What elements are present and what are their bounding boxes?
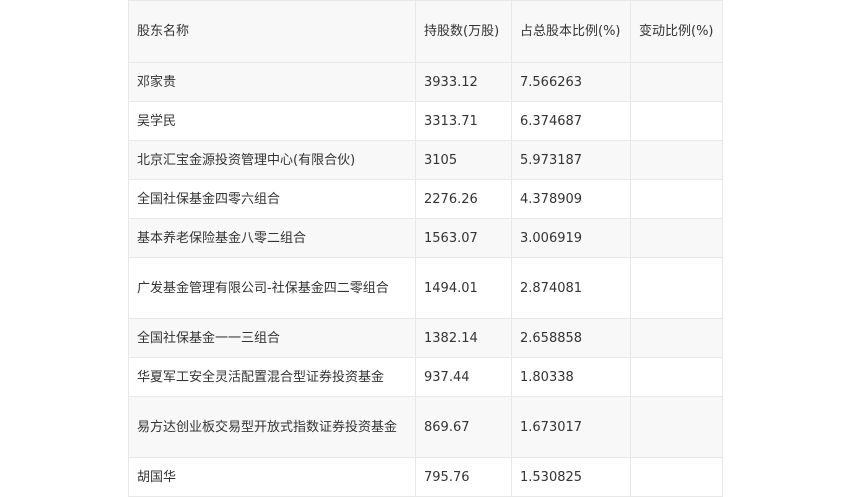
cell-name: 北京汇宝金源投资管理中心(有限合伙) (128, 140, 416, 180)
header-shares: 持股数(万股) (415, 0, 512, 63)
cell-shares: 3933.12 (415, 62, 512, 102)
cell-shares: 1382.14 (415, 318, 512, 358)
table-row: 易方达创业板交易型开放式指数证券投资基金 869.67 1.673017 (128, 396, 723, 458)
cell-shares: 3313.71 (415, 101, 512, 141)
shareholder-table: 股东名称 持股数(万股) 占总股本比例(%) 变动比例(%) 邓家贵 3933.… (128, 0, 723, 497)
table-row: 全国社保基金四零六组合 2276.26 4.378909 (128, 179, 723, 219)
cell-shares: 2276.26 (415, 179, 512, 219)
cell-ratio: 6.374687 (511, 101, 631, 141)
cell-ratio: 5.973187 (511, 140, 631, 180)
cell-change (630, 457, 723, 497)
cell-ratio: 1.673017 (511, 396, 631, 458)
table-row: 全国社保基金一一三组合 1382.14 2.658858 (128, 318, 723, 358)
cell-change (630, 179, 723, 219)
header-change: 变动比例(%) (630, 0, 723, 63)
cell-ratio: 1.530825 (511, 457, 631, 497)
cell-name: 吴学民 (128, 101, 416, 141)
table-row: 胡国华 795.76 1.530825 (128, 457, 723, 497)
table-row: 吴学民 3313.71 6.374687 (128, 101, 723, 141)
table-row: 北京汇宝金源投资管理中心(有限合伙) 3105 5.973187 (128, 140, 723, 180)
cell-shares: 795.76 (415, 457, 512, 497)
cell-shares: 937.44 (415, 357, 512, 397)
cell-ratio: 3.006919 (511, 218, 631, 258)
cell-name: 易方达创业板交易型开放式指数证券投资基金 (128, 396, 416, 458)
cell-name: 邓家贵 (128, 62, 416, 102)
cell-name: 广发基金管理有限公司-社保基金四二零组合 (128, 257, 416, 319)
cell-change (630, 140, 723, 180)
cell-name: 全国社保基金一一三组合 (128, 318, 416, 358)
table-row: 基本养老保险基金八零二组合 1563.07 3.006919 (128, 218, 723, 258)
cell-change (630, 318, 723, 358)
cell-name: 胡国华 (128, 457, 416, 497)
cell-change (630, 218, 723, 258)
cell-ratio: 2.658858 (511, 318, 631, 358)
cell-ratio: 7.566263 (511, 62, 631, 102)
cell-change (630, 396, 723, 458)
header-ratio: 占总股本比例(%) (511, 0, 631, 63)
cell-change (630, 62, 723, 102)
cell-change (630, 257, 723, 319)
table-row: 广发基金管理有限公司-社保基金四二零组合 1494.01 2.874081 (128, 257, 723, 319)
shareholder-table-container: 股东名称 持股数(万股) 占总股本比例(%) 变动比例(%) 邓家贵 3933.… (128, 0, 723, 497)
cell-name: 华夏军工安全灵活配置混合型证券投资基金 (128, 357, 416, 397)
cell-ratio: 1.80338 (511, 357, 631, 397)
cell-change (630, 357, 723, 397)
cell-shares: 1563.07 (415, 218, 512, 258)
cell-change (630, 101, 723, 141)
cell-ratio: 2.874081 (511, 257, 631, 319)
cell-name: 基本养老保险基金八零二组合 (128, 218, 416, 258)
header-shareholder-name: 股东名称 (128, 0, 416, 63)
table-header-row: 股东名称 持股数(万股) 占总股本比例(%) 变动比例(%) (128, 0, 723, 63)
table-row: 华夏军工安全灵活配置混合型证券投资基金 937.44 1.80338 (128, 357, 723, 397)
cell-name: 全国社保基金四零六组合 (128, 179, 416, 219)
cell-shares: 1494.01 (415, 257, 512, 319)
table-row: 邓家贵 3933.12 7.566263 (128, 62, 723, 102)
cell-shares: 3105 (415, 140, 512, 180)
cell-ratio: 4.378909 (511, 179, 631, 219)
cell-shares: 869.67 (415, 396, 512, 458)
